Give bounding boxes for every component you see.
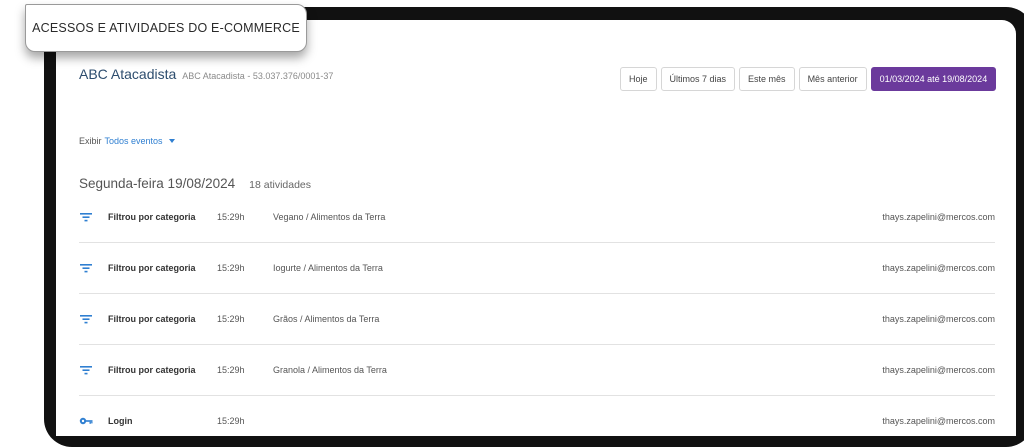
activity-user: thays.zapelini@mercos.com	[882, 416, 995, 426]
company-subtitle: ABC Atacadista - 53.037.376/0001-37	[182, 71, 334, 81]
activity-action: Filtrou por categoria	[108, 263, 196, 273]
filter-icon	[80, 315, 92, 324]
filter-icon	[80, 366, 92, 375]
event-filter: Exibir Todos eventos	[79, 136, 175, 146]
activity-row: Filtrou por categoria 15:29h Vegano / Al…	[79, 192, 995, 243]
event-filter-label: Exibir	[79, 136, 102, 146]
activity-description: Vegano / Alimentos da Terra	[273, 212, 386, 222]
activity-row: Filtrou por categoria 15:29h Granola / A…	[79, 345, 995, 396]
activity-user: thays.zapelini@mercos.com	[882, 263, 995, 273]
filter-icon	[80, 213, 92, 222]
period-filter-group: Hoje Últimos 7 dias Este mês Mês anterio…	[620, 67, 997, 91]
activity-action: Login	[108, 416, 133, 426]
activity-description: Granola / Alimentos da Terra	[273, 365, 387, 375]
activity-description: Iogurte / Alimentos da Terra	[273, 263, 383, 273]
activity-count: 18 atividades	[249, 179, 312, 191]
activity-row: Filtrou por categoria 15:29h Iogurte / A…	[79, 243, 995, 294]
activity-user: thays.zapelini@mercos.com	[882, 365, 995, 375]
filter-icon	[80, 264, 92, 273]
activity-action: Filtrou por categoria	[108, 365, 196, 375]
activity-user: thays.zapelini@mercos.com	[882, 314, 995, 324]
activity-time: 15:29h	[217, 263, 245, 273]
section-caption: ACESSOS E ATIVIDADES DO E-COMMERCE	[25, 4, 307, 52]
activity-list: Filtrou por categoria 15:29h Vegano / Al…	[79, 192, 995, 436]
event-filter-dropdown[interactable]: Todos eventos	[105, 136, 163, 146]
activity-row: Filtrou por categoria 15:29h Grãos / Ali…	[79, 294, 995, 345]
filter-last-month-button[interactable]: Mês anterior	[798, 67, 867, 91]
activity-time: 15:29h	[217, 365, 245, 375]
activity-row: Login 15:29h thays.zapelini@mercos.com	[79, 396, 995, 436]
activity-user: thays.zapelini@mercos.com	[882, 212, 995, 222]
filter-this-month-button[interactable]: Este mês	[739, 67, 795, 91]
day-date: Segunda-feira 19/08/2024	[79, 176, 236, 191]
activity-action: Filtrou por categoria	[108, 314, 196, 324]
activity-time: 15:29h	[217, 314, 245, 324]
activity-time: 15:29h	[217, 416, 245, 426]
activity-action: Filtrou por categoria	[108, 212, 196, 222]
filter-last-7-days-button[interactable]: Últimos 7 dias	[660, 67, 736, 91]
key-icon	[79, 417, 93, 425]
day-header: Segunda-feira 19/08/2024 18 atividades	[79, 176, 311, 191]
app-screen: ABC Atacadista ABC Atacadista - 53.037.3…	[56, 20, 1016, 436]
activity-time: 15:29h	[217, 212, 245, 222]
activity-description: Grãos / Alimentos da Terra	[273, 314, 380, 324]
company-header: ABC Atacadista ABC Atacadista - 53.037.3…	[79, 66, 333, 82]
chevron-down-icon[interactable]	[168, 139, 175, 143]
filter-date-range-button[interactable]: 01/03/2024 até 19/08/2024	[870, 67, 997, 91]
filter-today-button[interactable]: Hoje	[620, 67, 657, 91]
company-name: ABC Atacadista	[79, 66, 177, 82]
